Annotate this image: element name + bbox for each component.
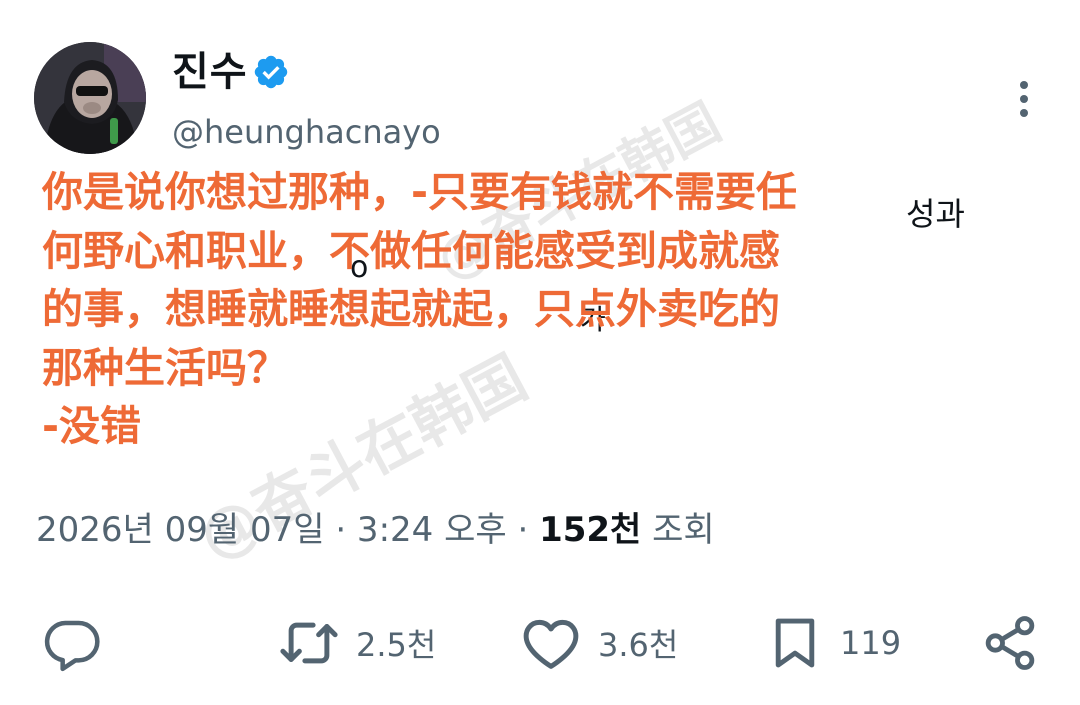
bookmark-button[interactable]: 119: [764, 605, 901, 681]
more-options-icon[interactable]: [1004, 76, 1044, 122]
post-text: 你是说你想过那种，-只要有钱就不需要任 何野心和职业，不做任何能感受到成就感 的…: [42, 163, 922, 456]
post-text-line: -没错: [42, 402, 142, 450]
post-text-line: 的事，想睡就睡想起就起，只点外卖吃的: [42, 285, 780, 333]
post-timestamp[interactable]: 2026년 09월 07일 · 3:24 오후 ·: [36, 510, 539, 550]
author-handle[interactable]: @heunghacnayo: [172, 110, 441, 154]
repost-count: 2.5천: [356, 626, 437, 664]
reply-icon: [44, 620, 100, 672]
author-display-name[interactable]: 진수: [172, 48, 248, 96]
verified-badge-icon: [254, 55, 288, 89]
repost-icon: [280, 622, 338, 664]
post-text-line: 那种生活吗？: [42, 343, 288, 392]
bookmark-count: 119: [840, 624, 902, 662]
views-count: 152천: [539, 510, 642, 550]
post-text-line: 何野心和职业，不做任何能感受到成就感: [42, 226, 780, 275]
like-button[interactable]: 3.6천: [518, 605, 678, 681]
reply-button[interactable]: [40, 605, 104, 681]
repost-button[interactable]: 2.5천: [276, 605, 436, 681]
like-count: 3.6천: [598, 626, 679, 664]
share-icon: [985, 616, 1035, 670]
post-text-line: 你是说你想过那种，-只要有钱就不需要任: [42, 168, 798, 216]
share-button[interactable]: [978, 605, 1042, 681]
views-label: 조회: [641, 510, 715, 550]
avatar[interactable]: [34, 42, 146, 154]
avatar-image: [34, 42, 146, 154]
heart-icon: [523, 619, 579, 669]
post-meta: 2026년 09월 07일 · 3:24 오후 · 152천 조회: [36, 505, 715, 555]
bookmark-icon: [775, 618, 815, 668]
action-bar: 2.5천 3.6천 119: [0, 605, 1080, 685]
